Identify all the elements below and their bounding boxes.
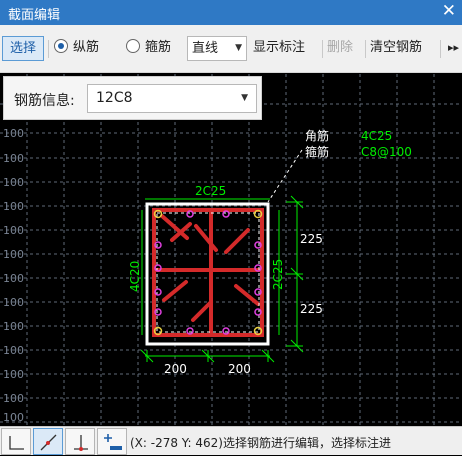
legend-stirrup-value: C8@100 — [361, 145, 412, 159]
drawing-canvas[interactable]: 100 100 100 100 100 100 100 100 100 100 … — [0, 74, 462, 426]
grid-label: 100 — [3, 176, 24, 189]
legend-corner-label: 角筋 — [305, 128, 329, 143]
draw-mode-value: 直线 — [192, 41, 219, 56]
toolbar-divider — [322, 40, 323, 58]
top-rebar-label: 2C25 — [195, 184, 226, 198]
snap-icon[interactable] — [65, 428, 95, 455]
show-label-button[interactable]: 显示标注 — [253, 36, 305, 61]
grid-label: 100 — [3, 320, 24, 333]
grid-label: 100 — [3, 344, 24, 357]
clear-rebar-button[interactable]: 清空钢筋 — [370, 36, 422, 61]
window-title: 截面编辑 — [8, 8, 61, 23]
radio-checked-icon — [54, 39, 68, 53]
rebar-info-panel: 钢筋信息: 12C8 ▼ — [3, 76, 262, 120]
legend-corner-value: 4C25 — [361, 129, 392, 143]
grid-label: 100 — [3, 368, 24, 381]
rebar-info-dropdown[interactable]: 12C8 ▼ — [87, 84, 257, 113]
draw-mode-dropdown[interactable]: 直线 ▼ — [187, 36, 247, 61]
status-hint: 选择钢筋进行编辑，选择标注进 — [223, 436, 392, 450]
section-editor-window: 截面编辑 ✕ 选择 纵筋 箍筋 直线 ▼ 显示标注 删除 清空钢筋 ▸▸ 100… — [0, 0, 462, 455]
toolbar-divider — [48, 40, 49, 58]
title-bar: 截面编辑 ✕ — [0, 0, 462, 25]
grid-label: 100 — [3, 152, 24, 165]
column-section-outline[interactable] — [145, 202, 270, 346]
grid-label: 100 — [3, 127, 24, 140]
dim-right-lower: 225 — [300, 302, 323, 316]
select-button[interactable]: 选择 — [2, 36, 44, 61]
rebar-legend: 角筋 4C25 箍筋 C8@100 — [305, 128, 412, 159]
outer-stirrup — [152, 208, 264, 337]
toolbar-divider — [440, 40, 441, 58]
legend-stirrup-label: 箍筋 — [305, 144, 329, 159]
chevron-double-right-icon[interactable]: ▸▸ — [448, 36, 459, 61]
grid-label: 100 — [3, 411, 24, 424]
grid-label: 100 — [3, 392, 24, 405]
stirrup-radio[interactable]: 箍筋 — [126, 36, 171, 61]
left-rebar-label: 4C20 — [128, 261, 142, 292]
toolbar: 选择 纵筋 箍筋 直线 ▼ 显示标注 删除 清空钢筋 ▸▸ — [0, 25, 462, 73]
delete-button[interactable]: 删除 — [327, 36, 353, 61]
grid-label: 100 — [3, 296, 24, 309]
radio-unchecked-icon — [126, 39, 140, 53]
dim-right-upper: 225 — [300, 232, 323, 246]
add-point-icon[interactable] — [97, 428, 127, 455]
hook-line — [224, 228, 250, 254]
coordinate-readout: (X: -278 Y: 462) — [130, 436, 223, 450]
dim-bottom-right: 200 — [228, 362, 251, 376]
cover-line — [156, 212, 260, 333]
hook-line — [234, 284, 260, 306]
grid-label: 100 — [3, 200, 24, 213]
dim-bottom-left: 200 — [164, 362, 187, 376]
bar-points[interactable] — [153, 209, 263, 336]
ortho-icon[interactable] — [1, 428, 31, 455]
rebar-info-value: 12C8 — [96, 90, 133, 106]
grid-label: 100 — [3, 272, 24, 285]
rebar-lines[interactable] — [152, 208, 264, 337]
stirrup-label: 箍筋 — [145, 40, 172, 55]
right-rebar-label: 2C25 — [271, 259, 285, 290]
toolbar-divider — [365, 40, 366, 58]
status-message: (X: -278 Y: 462)选择钢筋进行编辑，选择标注进 — [130, 434, 462, 451]
grid-label: 100 — [3, 248, 24, 261]
close-icon[interactable]: ✕ — [442, 1, 456, 21]
polar-icon[interactable] — [33, 428, 63, 455]
longitudinal-label: 纵筋 — [73, 40, 100, 55]
status-bar: (X: -278 Y: 462)选择钢筋进行编辑，选择标注进 — [0, 426, 462, 455]
grid-scale-labels: 100 100 100 100 100 100 100 100 100 100 … — [3, 127, 24, 424]
chevron-down-icon: ▼ — [235, 43, 242, 53]
chevron-down-icon: ▼ — [241, 93, 248, 103]
grid-label: 100 — [3, 224, 24, 237]
rebar-info-label: 钢筋信息: — [14, 93, 75, 109]
longitudinal-radio[interactable]: 纵筋 — [54, 36, 99, 61]
section-drawing: 100 100 100 100 100 100 100 100 100 100 … — [0, 74, 462, 426]
hook-line — [191, 300, 213, 322]
